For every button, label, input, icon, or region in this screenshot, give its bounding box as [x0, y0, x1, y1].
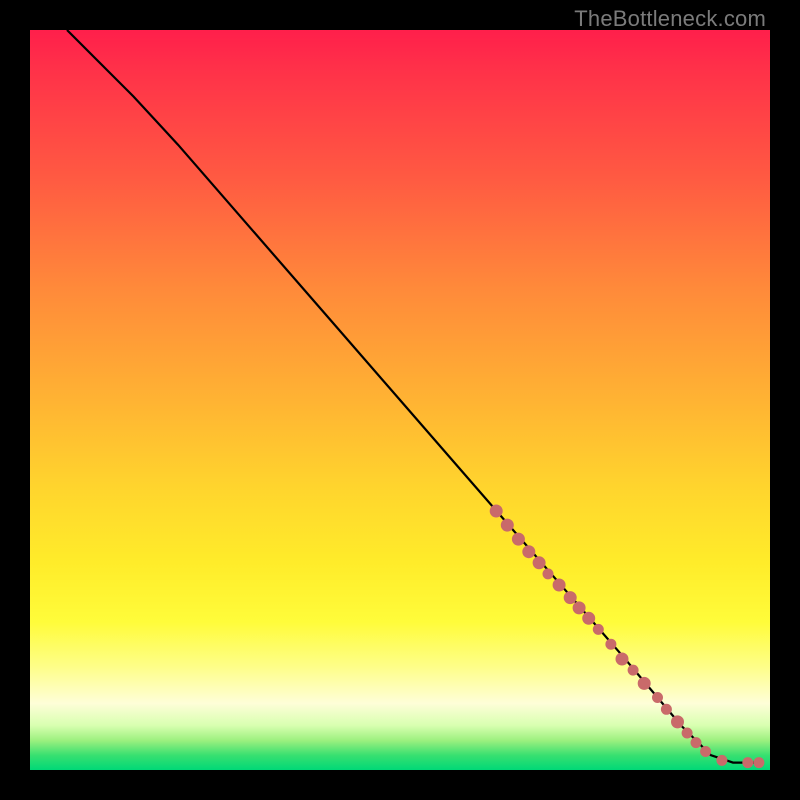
data-point	[661, 704, 671, 714]
data-point	[533, 557, 545, 569]
data-point	[523, 546, 535, 558]
data-point	[573, 602, 585, 614]
data-point	[501, 519, 513, 531]
data-point	[616, 653, 628, 665]
data-point	[672, 716, 684, 728]
data-point	[691, 738, 701, 748]
data-point	[754, 758, 764, 768]
data-point	[638, 677, 650, 689]
watermark-text: TheBottleneck.com	[574, 6, 766, 32]
data-point	[743, 758, 753, 768]
data-point	[512, 533, 524, 545]
chart-svg	[30, 30, 770, 770]
data-point	[653, 693, 663, 703]
data-point	[553, 579, 565, 591]
data-point	[543, 569, 553, 579]
data-point	[701, 747, 711, 757]
data-point	[593, 624, 603, 634]
bottleneck-curve	[67, 30, 755, 763]
data-point	[490, 505, 502, 517]
data-point	[717, 755, 727, 765]
data-points-group	[490, 505, 764, 768]
data-point	[628, 665, 638, 675]
data-point	[682, 728, 692, 738]
data-point	[564, 592, 576, 604]
data-point	[606, 639, 616, 649]
data-point	[583, 612, 595, 624]
